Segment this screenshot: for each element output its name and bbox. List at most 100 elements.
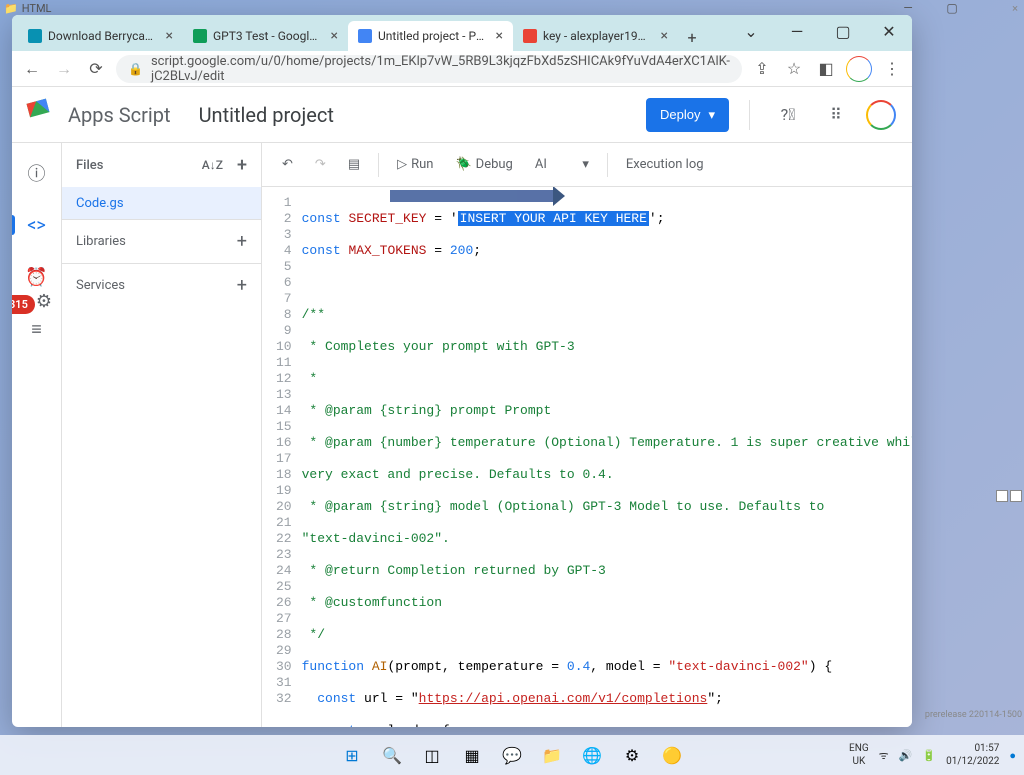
- start-button[interactable]: ⊞: [334, 740, 370, 770]
- bookmark-icon[interactable]: ☆: [782, 57, 806, 81]
- file-code-gs[interactable]: Code.gs: [62, 187, 261, 219]
- redo-button[interactable]: ↷: [307, 150, 334, 180]
- app-name: Apps Script: [68, 103, 171, 127]
- files-header: Files A↓Z +: [62, 143, 261, 187]
- services-label: Services: [76, 278, 125, 293]
- chat-icon[interactable]: 💬: [494, 740, 530, 770]
- new-tab-button[interactable]: +: [678, 23, 706, 51]
- apps-script-logo-icon: [28, 101, 56, 129]
- undo-button[interactable]: ↶: [274, 150, 301, 180]
- menu-icon[interactable]: ⋮: [880, 57, 904, 81]
- libraries-section[interactable]: Libraries +: [62, 219, 261, 263]
- back-button[interactable]: ←: [20, 57, 44, 81]
- snap-layout-icon[interactable]: [1010, 490, 1022, 502]
- sort-icon[interactable]: A↓Z: [202, 158, 223, 172]
- reload-button[interactable]: ⟳: [84, 57, 108, 81]
- help-icon[interactable]: ?⃝: [770, 97, 806, 133]
- libraries-label: Libraries: [76, 234, 126, 249]
- save-button[interactable]: ▤: [340, 150, 368, 180]
- app-header: Apps Script Untitled project Deploy ▾ ?⃝…: [12, 87, 912, 143]
- code-editor[interactable]: 1234567891011121314151617181920212223242…: [262, 187, 912, 727]
- close-icon[interactable]: ×: [166, 28, 173, 44]
- editor-toolbar: ↶ ↷ ▤ ▷ Run 🪲 Debug AI▾ Execution log: [262, 143, 912, 187]
- outer-window-pwa-buttons: — ▢: [890, 2, 970, 14]
- execution-log-button[interactable]: Execution log: [618, 150, 712, 180]
- search-button[interactable]: 🔍: [374, 740, 410, 770]
- tab-appsscript[interactable]: Untitled project - Proje... ×: [348, 21, 513, 51]
- add-file-button[interactable]: +: [237, 155, 247, 176]
- taskview-button[interactable]: ◫: [414, 740, 450, 770]
- clock[interactable]: 01:5701/12/2022: [946, 742, 999, 768]
- left-rail: ⓘ <> ⏰ ≡ ⚙ 315: [12, 143, 62, 727]
- tab-title: Download Berrycast De...: [48, 29, 156, 43]
- steam-icon[interactable]: ⚙: [614, 740, 650, 770]
- favicon-icon: [523, 29, 537, 43]
- caret-down-icon: ▾: [708, 107, 715, 123]
- wifi-icon[interactable]: ᯤ: [879, 748, 889, 763]
- line-gutter: 1234567891011121314151617181920212223242…: [262, 187, 302, 727]
- share-icon[interactable]: ⇪: [750, 57, 774, 81]
- window-controls: ⌄ — ▢ ✕: [734, 19, 906, 43]
- chrome-icon[interactable]: 🟡: [654, 740, 690, 770]
- caret-down-icon: ▾: [582, 157, 589, 172]
- outer-close[interactable]: ×: [1008, 2, 1022, 14]
- folder-icon: 📁: [4, 2, 18, 15]
- tab-title: Untitled project - Proje...: [378, 29, 486, 43]
- snap-layout-icon[interactable]: [996, 490, 1008, 502]
- rail-badge: 315: [12, 295, 35, 314]
- main-content: ⓘ <> ⏰ ≡ ⚙ 315 Files A↓Z + Code.gs Libra…: [12, 143, 912, 727]
- battery-icon[interactable]: 🔋: [922, 749, 936, 762]
- code-content[interactable]: const SECRET_KEY = 'INSERT YOUR API KEY …: [302, 187, 912, 727]
- add-library-button[interactable]: +: [237, 231, 247, 252]
- close-icon[interactable]: ×: [331, 28, 338, 44]
- notifications-icon[interactable]: ●: [1009, 749, 1016, 762]
- language-indicator[interactable]: ENGUK: [849, 742, 869, 768]
- prerelease-text: prerelease 220114-1500: [925, 710, 1022, 720]
- explorer-icon[interactable]: 📁: [534, 740, 570, 770]
- maximize-button[interactable]: ▢: [826, 19, 860, 43]
- close-button[interactable]: ✕: [872, 19, 906, 43]
- rail-overview[interactable]: ⓘ: [19, 155, 55, 191]
- files-panel: Files A↓Z + Code.gs Libraries + Services…: [62, 143, 262, 727]
- pwa-max[interactable]: ▢: [934, 2, 970, 14]
- taskbar-apps: ⊞ 🔍 ◫ ▦ 💬 📁 🌐 ⚙ 🟡: [334, 740, 690, 770]
- lock-icon: 🔒: [128, 62, 143, 76]
- function-select[interactable]: AI▾: [527, 150, 597, 180]
- project-title[interactable]: Untitled project: [199, 103, 634, 127]
- close-icon[interactable]: ×: [661, 28, 668, 44]
- browser-window: Download Berrycast De... × GPT3 Test - G…: [12, 15, 912, 727]
- edge-icon[interactable]: 🌐: [574, 740, 610, 770]
- tab-berrycast[interactable]: Download Berrycast De... ×: [18, 21, 183, 51]
- extensions-icon[interactable]: ◧: [814, 57, 838, 81]
- desktop-folder-label: 📁 HTML: [4, 2, 52, 15]
- minimize-button[interactable]: —: [780, 19, 814, 43]
- deploy-button[interactable]: Deploy ▾: [646, 98, 729, 132]
- chevron-down-icon[interactable]: ⌄: [734, 19, 768, 43]
- favicon-icon: [28, 29, 42, 43]
- apps-grid-icon[interactable]: ⠿: [818, 97, 854, 133]
- debug-button[interactable]: 🪲 Debug: [447, 150, 520, 180]
- forward-button[interactable]: →: [52, 57, 76, 81]
- tab-sheets[interactable]: GPT3 Test - Google She... ×: [183, 21, 348, 51]
- tab-gmail[interactable]: key - alexplayer1983@g... ×: [513, 21, 678, 51]
- services-section[interactable]: Services +: [62, 263, 261, 307]
- rail-editor[interactable]: <>: [19, 207, 55, 243]
- close-icon[interactable]: ×: [496, 28, 503, 44]
- outer-window-buttons: ×: [1008, 2, 1022, 14]
- browser-tabstrip: Download Berrycast De... × GPT3 Test - G…: [12, 15, 912, 51]
- tab-title: key - alexplayer1983@g...: [543, 29, 651, 43]
- profile-avatar[interactable]: [846, 56, 872, 82]
- pwa-min[interactable]: —: [890, 2, 926, 14]
- account-avatar[interactable]: [866, 100, 896, 130]
- add-service-button[interactable]: +: [237, 275, 247, 296]
- address-bar[interactable]: 🔒 script.google.com/u/0/home/projects/1m…: [116, 55, 742, 83]
- run-button[interactable]: ▷ Run: [389, 150, 441, 180]
- snap-preview: [996, 490, 1022, 502]
- files-label: Files: [76, 158, 103, 173]
- volume-icon[interactable]: 🔊: [899, 749, 913, 762]
- widgets-button[interactable]: ▦: [454, 740, 490, 770]
- browser-toolbar: ← → ⟳ 🔒 script.google.com/u/0/home/proje…: [12, 51, 912, 87]
- annotation-arrow: [390, 190, 555, 202]
- favicon-icon: [193, 29, 207, 43]
- editor-wrap: ↶ ↷ ▤ ▷ Run 🪲 Debug AI▾ Execution log 12…: [262, 143, 912, 727]
